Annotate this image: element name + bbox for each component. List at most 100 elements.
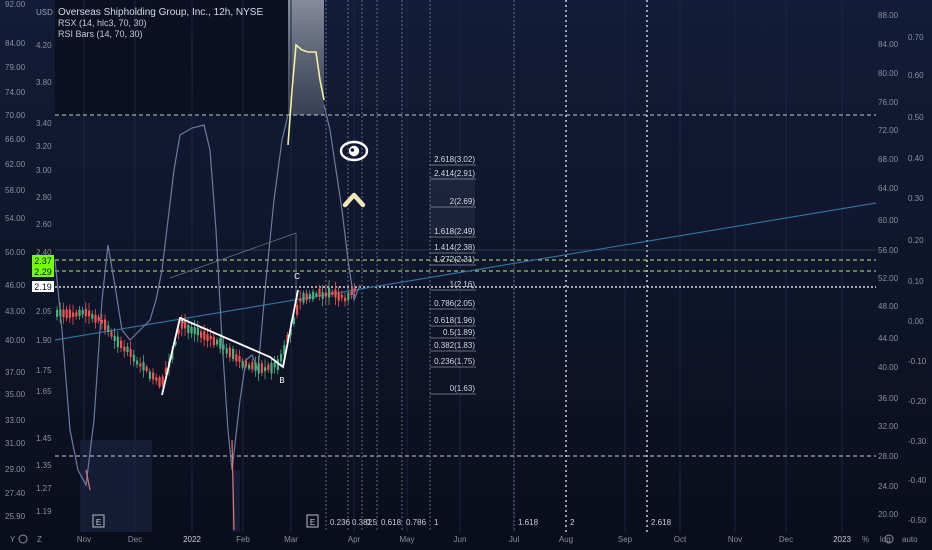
left-tick-label: 27.40 bbox=[5, 489, 26, 498]
inner-tick-label: 1.27 bbox=[36, 484, 52, 493]
svg-text:%: % bbox=[862, 535, 869, 544]
left-tick-label: 74.00 bbox=[5, 88, 26, 97]
left-tick-label: 29.00 bbox=[5, 465, 26, 474]
candle-body bbox=[91, 313, 94, 319]
candle-body bbox=[312, 291, 315, 300]
candle-body bbox=[302, 292, 305, 303]
candle-body bbox=[187, 324, 190, 334]
candle-body bbox=[228, 347, 231, 358]
candle-body bbox=[110, 331, 113, 337]
candle-body bbox=[78, 309, 81, 317]
time-fib-label: 1.618 bbox=[518, 518, 539, 527]
right-price-tick-label: 88.00 bbox=[878, 11, 899, 20]
candle-body bbox=[148, 371, 151, 379]
x-tick-label: Jun bbox=[454, 535, 467, 544]
x-tick-label: Nov bbox=[728, 535, 742, 544]
right-osc-tick-label: 0.00 bbox=[908, 317, 924, 326]
svg-text:Z: Z bbox=[37, 535, 42, 544]
candle-body bbox=[209, 335, 212, 340]
candle-body bbox=[72, 312, 75, 317]
x-tick-label: Apr bbox=[348, 535, 361, 544]
right-price-tick-label: 56.00 bbox=[878, 246, 899, 255]
inner-tick-label: 1.65 bbox=[36, 387, 52, 396]
left-tick-label: 43.00 bbox=[5, 307, 26, 316]
price-label-bottom: 2.29 bbox=[32, 266, 54, 277]
candle-body bbox=[353, 287, 356, 292]
current-price-label: 2.19 bbox=[32, 281, 54, 292]
left-tick-label: 92.00 bbox=[5, 0, 26, 9]
candle-body bbox=[94, 314, 97, 323]
candle-body bbox=[75, 312, 78, 317]
x-tick-label: Dec bbox=[779, 535, 793, 544]
inner-tick-label: 2.60 bbox=[36, 220, 52, 229]
candle-body bbox=[299, 298, 302, 302]
left-tick-label: 37.00 bbox=[5, 368, 26, 377]
time-fib-label: 0.5 bbox=[366, 518, 378, 527]
right-price-tick-label: 84.00 bbox=[878, 40, 899, 49]
candle-body bbox=[225, 348, 228, 354]
candle-body bbox=[132, 354, 135, 362]
x-tick-label: Sep bbox=[618, 535, 633, 544]
fib-label: 0.5(1.89) bbox=[443, 328, 475, 337]
candle-body bbox=[84, 308, 87, 317]
candle-body bbox=[152, 372, 155, 380]
candle-body bbox=[200, 331, 203, 338]
candle-body bbox=[315, 293, 318, 297]
x-tick-label: Aug bbox=[559, 535, 573, 544]
candle-body bbox=[193, 327, 196, 335]
candle-body bbox=[273, 362, 276, 368]
candle-body bbox=[212, 336, 215, 346]
inner-tick-label: 1.35 bbox=[36, 461, 52, 470]
candle-body bbox=[328, 287, 331, 298]
fib-label: 1.272(2.31) bbox=[434, 255, 475, 264]
fib-label: 2(2.69) bbox=[450, 197, 476, 206]
candle-body bbox=[129, 349, 132, 357]
candle-body bbox=[123, 346, 126, 352]
svg-text:2.19: 2.19 bbox=[34, 282, 52, 292]
left-tick-label: 58.00 bbox=[5, 186, 26, 195]
right-price-tick-label: 36.00 bbox=[878, 394, 899, 403]
left-tick-label: 62.00 bbox=[5, 160, 26, 169]
chart-canvas[interactable]: 0.236 0.3820.5 0.618 0.786 1 1.618 2 2.618 ABC … bbox=[0, 0, 932, 550]
right-price-tick-label: 52.00 bbox=[878, 274, 899, 283]
fib-label: 0.618(1.96) bbox=[434, 316, 475, 325]
candle-body bbox=[142, 362, 145, 371]
candle-body bbox=[296, 304, 299, 315]
x-tick-label: Feb bbox=[236, 535, 250, 544]
inner-tick-label: 1.45 bbox=[36, 434, 52, 443]
x-tick-label: Mar bbox=[284, 535, 298, 544]
candle-body bbox=[184, 321, 187, 329]
right-osc-tick-label: 0.40 bbox=[908, 154, 924, 163]
candle-body bbox=[251, 362, 254, 370]
candle-body bbox=[344, 297, 347, 302]
right-price-tick-label: 32.00 bbox=[878, 422, 899, 431]
candle-body bbox=[59, 309, 62, 317]
right-osc-tick-label: 0.50 bbox=[908, 113, 924, 122]
candle-body bbox=[68, 309, 71, 318]
candle-body bbox=[334, 289, 337, 298]
rsi-oversold-bar bbox=[80, 440, 152, 532]
right-price-tick-label: 60.00 bbox=[878, 216, 899, 225]
wave-label-c: C bbox=[294, 272, 300, 281]
candle-body bbox=[260, 363, 263, 373]
legend-rsx: RSX (14, hlc3, 70, 30) bbox=[58, 18, 147, 28]
right-osc-tick-label: -0.10 bbox=[908, 357, 927, 366]
candle-body bbox=[100, 320, 103, 324]
x-tick-label: Oct bbox=[674, 535, 687, 544]
candle-body bbox=[248, 364, 251, 369]
left-tick-label: 31.00 bbox=[5, 439, 26, 448]
wave-label-b: B bbox=[279, 376, 284, 385]
x-tick-label: 2023 bbox=[833, 535, 851, 544]
right-price-tick-label: 40.00 bbox=[878, 363, 899, 372]
time-fib-label: 1 bbox=[434, 518, 439, 527]
left-tick-label: 79.00 bbox=[5, 63, 26, 72]
candle-body bbox=[347, 292, 350, 300]
candle-body bbox=[120, 340, 123, 349]
legend-rsi-bars: RSI Bars (14, 70, 30) bbox=[58, 29, 143, 39]
right-osc-tick-label: 0.10 bbox=[908, 277, 924, 286]
candle-body bbox=[222, 344, 225, 350]
candle-body bbox=[232, 348, 235, 360]
candle-body bbox=[56, 309, 59, 317]
candle-body bbox=[254, 362, 257, 372]
fib-label: 2.618(3.02) bbox=[434, 155, 475, 164]
